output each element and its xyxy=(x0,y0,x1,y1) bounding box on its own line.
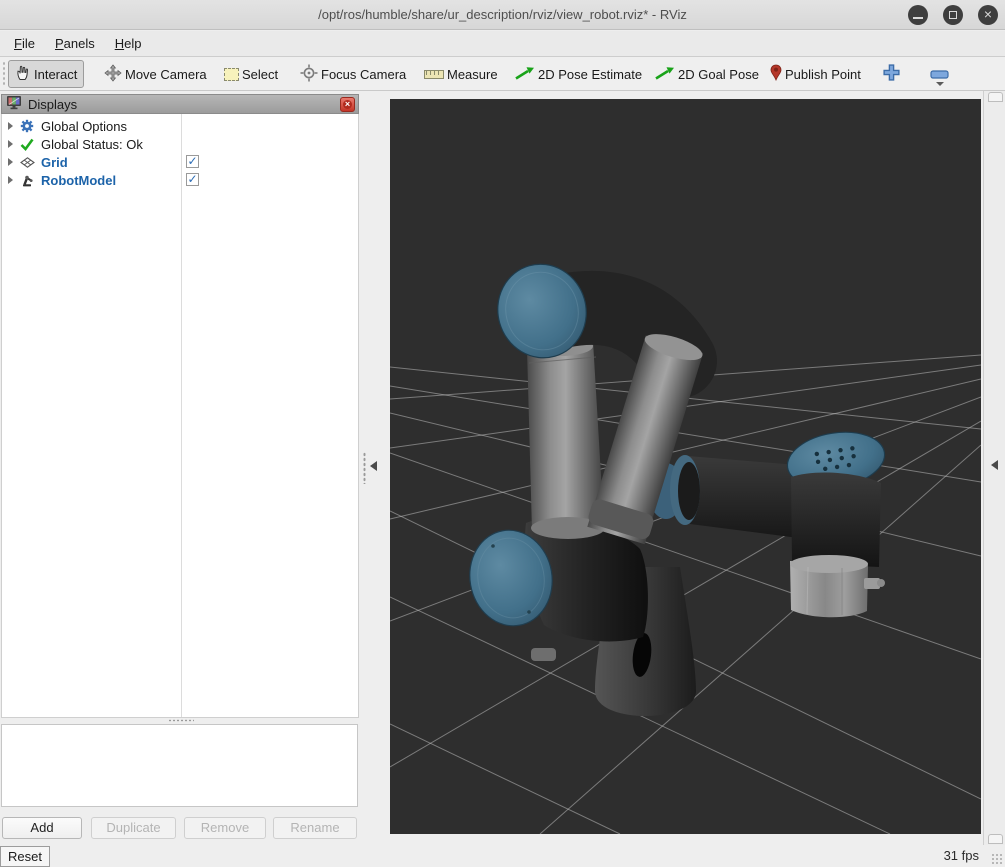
move-arrows-icon xyxy=(104,63,122,85)
minus-icon xyxy=(930,67,949,82)
tool-2d-pose-estimate[interactable]: 2D Pose Estimate xyxy=(508,60,648,88)
tool-move-camera[interactable]: Move Camera xyxy=(98,60,213,88)
plus-icon xyxy=(882,63,901,85)
description-box xyxy=(1,724,358,807)
status-bar: Reset 31 fps xyxy=(0,845,1005,867)
tool-select[interactable]: Select xyxy=(218,60,284,88)
grid-visibility-checkbox[interactable]: ✓ xyxy=(186,155,199,168)
tree-row-robotmodel[interactable]: RobotModel ✓ xyxy=(2,171,358,189)
tree-label: RobotModel xyxy=(41,172,117,188)
reset-button[interactable]: Reset xyxy=(0,846,50,867)
tool-label: Measure xyxy=(447,66,498,82)
ruler-icon xyxy=(424,69,444,79)
monitor-icon xyxy=(6,95,22,113)
right-panel-strip xyxy=(983,91,1005,845)
rename-display-button: Rename xyxy=(273,817,357,839)
tree-label: Global Options xyxy=(41,118,127,134)
menu-panels[interactable]: Panels xyxy=(45,33,105,54)
displays-panel-title: Displays xyxy=(28,96,78,112)
tool-label: Publish Point xyxy=(785,66,861,82)
tool-label: Move Camera xyxy=(125,66,207,82)
selection-box-icon xyxy=(224,67,239,81)
center-splitter-handle[interactable] xyxy=(363,452,366,484)
tool-label: 2D Pose Estimate xyxy=(538,66,643,82)
check-icon xyxy=(19,137,35,151)
menu-bar: File Panels Help xyxy=(0,31,1005,57)
ur-robot-arm xyxy=(469,263,886,716)
expander-icon[interactable] xyxy=(8,158,13,166)
tool-interact[interactable]: Interact xyxy=(8,60,85,88)
collapse-left-panel-arrow[interactable] xyxy=(370,461,377,471)
tree-label: Grid xyxy=(41,154,68,170)
maximize-icon xyxy=(949,11,957,19)
displays-panel-header: Displays × xyxy=(1,94,359,114)
expander-icon[interactable] xyxy=(8,122,13,130)
tool-publish-point[interactable]: Publish Point xyxy=(764,60,867,88)
tree-row-global-options[interactable]: Global Options xyxy=(2,117,358,135)
menu-help[interactable]: Help xyxy=(105,33,152,54)
tree-row-global-status[interactable]: Global Status: Ok xyxy=(2,135,358,153)
right-strip-bottom-button[interactable] xyxy=(988,834,1003,844)
displays-tree: Global Options Global Status: Ok Grid ✓ … xyxy=(1,114,359,718)
green-arrow-icon xyxy=(654,65,675,84)
close-icon: × xyxy=(983,6,993,22)
minimize-icon xyxy=(913,17,923,19)
robot-model-render xyxy=(390,263,981,834)
tool-measure[interactable]: Measure xyxy=(418,60,504,88)
panel-splitter-handle[interactable] xyxy=(168,719,194,722)
title-bar: /opt/ros/humble/share/ur_description/rvi… xyxy=(0,0,1005,30)
gear-icon xyxy=(19,119,35,133)
tool-focus-camera[interactable]: Focus Camera xyxy=(294,60,412,88)
tool-label: Select xyxy=(242,66,279,82)
robot-icon xyxy=(19,173,35,187)
tool-dropdown-caret[interactable] xyxy=(936,82,944,86)
tool-label: Interact xyxy=(34,66,78,82)
tree-label: Global Status: Ok xyxy=(41,136,143,152)
green-arrow-icon xyxy=(514,65,535,84)
collapse-right-panel-arrow[interactable] xyxy=(991,460,998,470)
3d-viewport[interactable] xyxy=(390,99,981,834)
panel-close-icon: × xyxy=(343,99,352,109)
maximize-button[interactable] xyxy=(943,5,963,25)
focus-target-icon xyxy=(300,64,318,85)
tree-column-divider[interactable] xyxy=(181,114,182,717)
hand-icon xyxy=(15,64,31,84)
expander-icon[interactable] xyxy=(8,176,13,184)
remove-display-button: Remove xyxy=(184,817,266,839)
add-tool-button[interactable] xyxy=(876,60,907,88)
grid-icon xyxy=(19,155,35,169)
tool-label: 2D Goal Pose xyxy=(678,66,759,82)
resize-grip[interactable] xyxy=(991,853,1003,865)
robotmodel-visibility-checkbox[interactable]: ✓ xyxy=(186,173,199,186)
tool-2d-goal-pose[interactable]: 2D Goal Pose xyxy=(648,60,765,88)
duplicate-display-button: Duplicate xyxy=(91,817,176,839)
window-title: /opt/ros/humble/share/ur_description/rvi… xyxy=(318,7,687,22)
toolbar: Interact Move Camera Select Focus Camera… xyxy=(0,57,1005,91)
tree-row-grid[interactable]: Grid ✓ xyxy=(2,153,358,171)
toolbar-drag-handle[interactable] xyxy=(2,61,7,87)
displays-close-button[interactable]: × xyxy=(340,97,355,112)
fps-counter: 31 fps xyxy=(943,848,979,863)
close-button[interactable]: × xyxy=(978,5,998,25)
minimize-button[interactable] xyxy=(908,5,928,25)
tool-label: Focus Camera xyxy=(321,66,407,82)
menu-file[interactable]: File xyxy=(4,33,45,54)
expander-icon[interactable] xyxy=(8,140,13,148)
add-display-button[interactable]: Add xyxy=(2,817,82,839)
map-pin-icon xyxy=(770,64,782,84)
right-strip-top-button[interactable] xyxy=(988,92,1003,102)
